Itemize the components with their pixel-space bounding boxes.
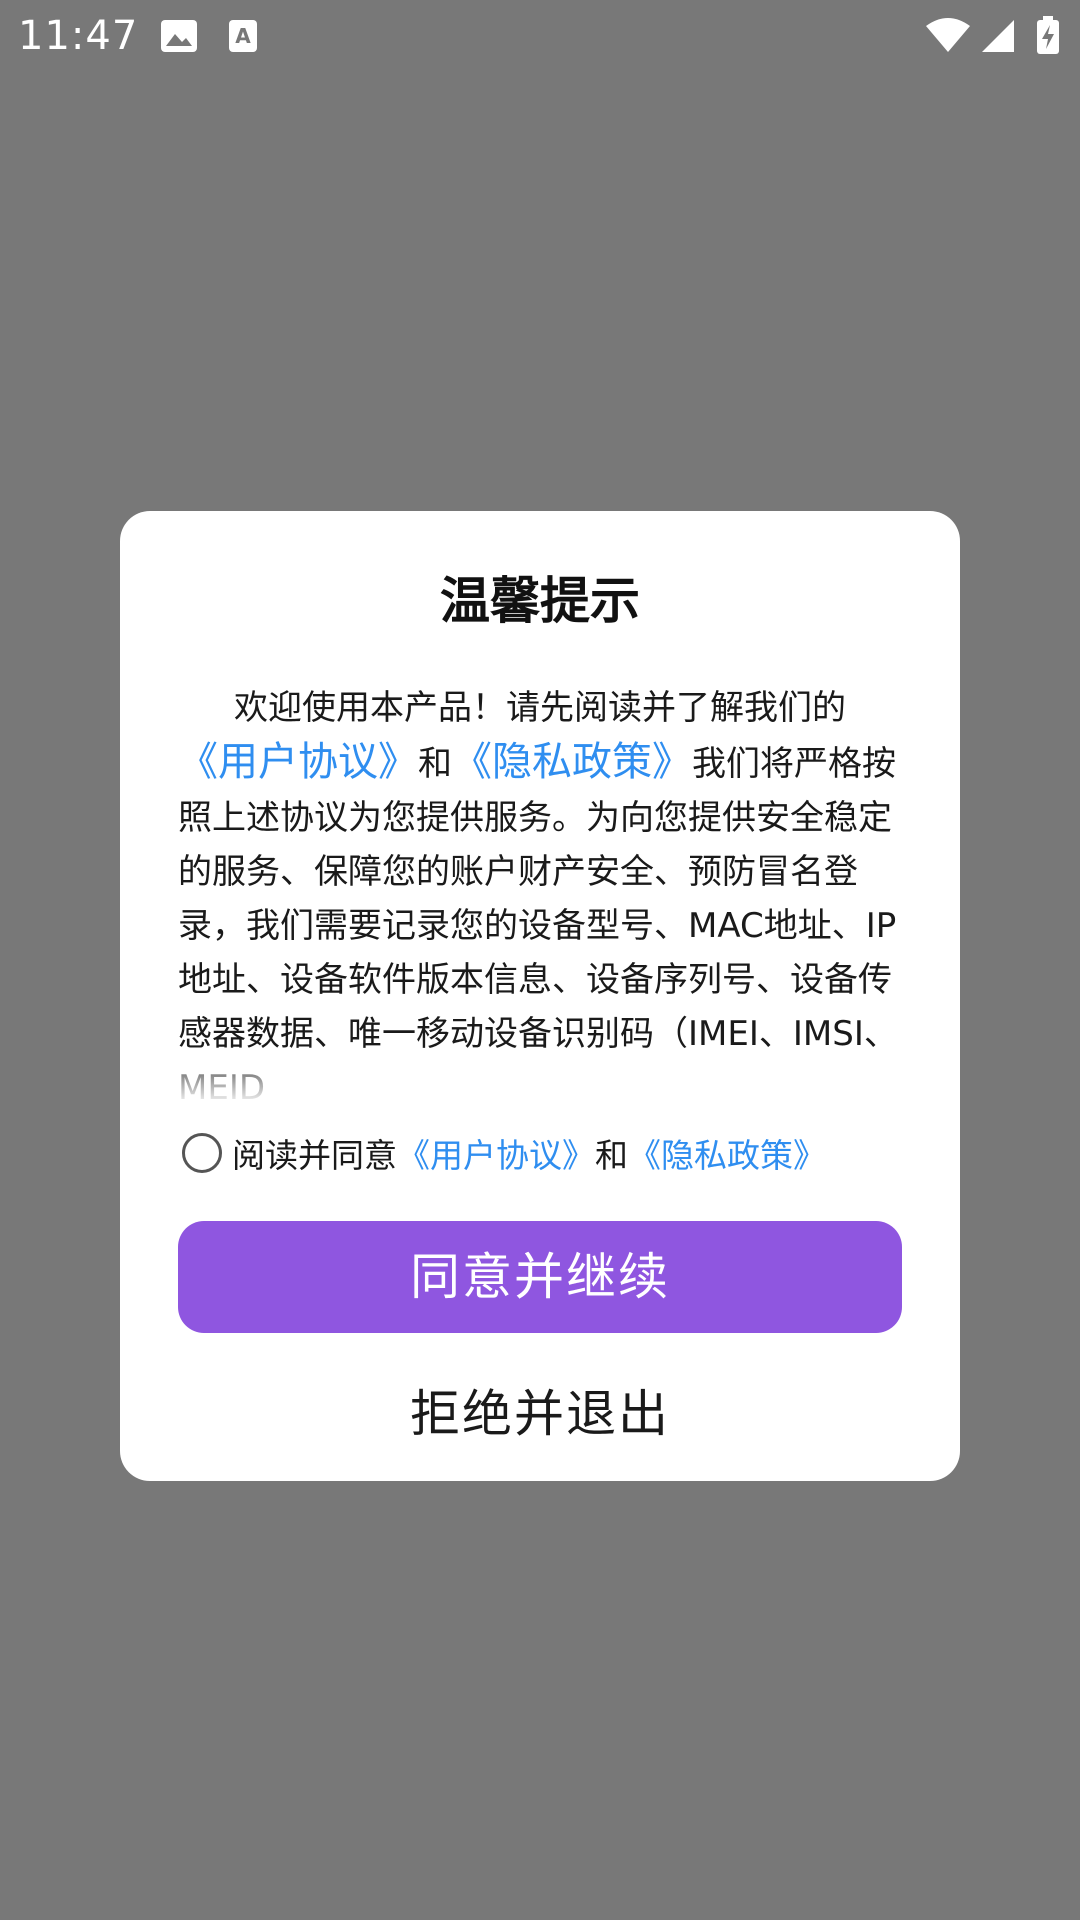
privacy-dialog: 温馨提示 欢迎使用本产品！请先阅读并了解我们的《用户协议》和《隐私政策》我们将严… [120,511,960,1481]
privacy-policy-link[interactable]: 《隐私政策》 [452,739,692,785]
user-agreement-link[interactable]: 《用户协议》 [178,739,418,785]
battery-charging-icon [1037,16,1059,54]
terms-and: 和 [418,744,452,784]
agree-user-agreement-link[interactable]: 《用户协议》 [397,1129,595,1177]
agree-privacy-policy-link[interactable]: 《隐私政策》 [628,1129,826,1177]
agree-radio[interactable] [182,1133,222,1173]
agree-checkbox-row[interactable]: 阅读并同意 《用户协议》 和 《隐私政策》 [182,1123,922,1183]
dialog-title: 温馨提示 [440,572,640,630]
agree-continue-button[interactable]: 同意并继续 [178,1221,902,1333]
terms-text: 欢迎使用本产品！请先阅读并了解我们的《用户协议》和《隐私政策》我们将严格按照上述… [178,681,910,1106]
wifi-icon [926,18,970,52]
terms-scroll-area[interactable]: 欢迎使用本产品！请先阅读并了解我们的《用户协议》和《隐私政策》我们将严格按照上述… [178,681,910,1106]
agree-and: 和 [595,1136,628,1175]
agree-label: 阅读并同意 [232,1136,397,1175]
status-time: 11:47 [18,13,139,59]
reject-exit-button[interactable]: 拒绝并退出 [178,1369,902,1459]
svg-text:A: A [235,24,251,48]
signal-icon [982,20,1014,52]
image-icon [161,20,197,52]
status-bar: 11:47 A [0,0,1080,72]
font-icon: A [229,20,257,52]
terms-intro: 欢迎使用本产品！请先阅读并了解我们的 [234,688,846,728]
terms-rest: 我们将严格按照上述协议为您提供服务。为向您提供安全稳定的服务、保障您的账户财产安… [178,744,898,1106]
